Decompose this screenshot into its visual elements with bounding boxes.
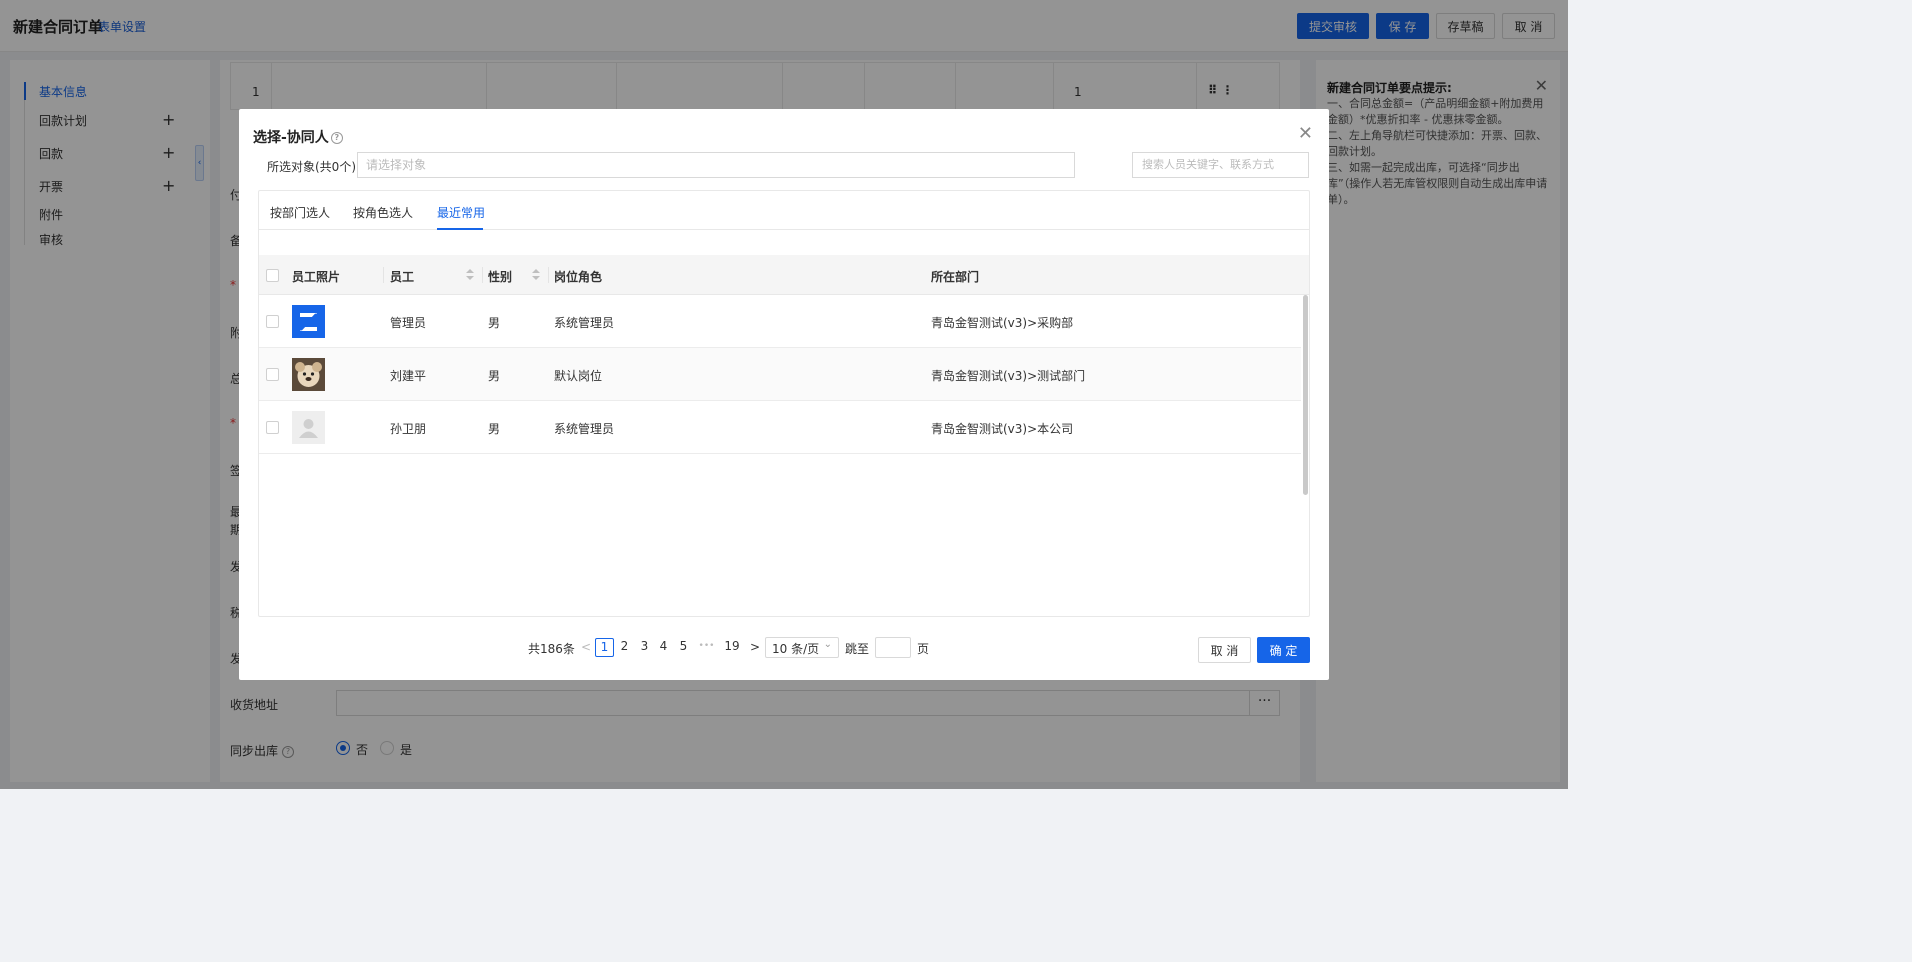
sort-icon[interactable]	[532, 268, 540, 282]
default-avatar-icon	[292, 411, 325, 444]
select-all-checkbox[interactable]	[266, 269, 279, 282]
help-icon[interactable]: ?	[330, 132, 343, 144]
column-divider	[548, 267, 549, 283]
total-count: 共186条	[528, 642, 575, 656]
column-divider	[383, 267, 384, 283]
page-5[interactable]: 5	[674, 638, 693, 657]
table-header: 员工照片 员工 性别 岗位角色 所在部门	[259, 255, 1309, 295]
row-checkbox[interactable]	[266, 368, 279, 381]
row-checkbox[interactable]	[266, 421, 279, 434]
page-size-select[interactable]: 10 条/页 ⌄	[765, 637, 839, 658]
tab-recent[interactable]: 最近常用	[437, 204, 485, 221]
employee-role: 默认岗位	[554, 369, 603, 383]
next-page-icon[interactable]: >	[750, 640, 760, 654]
employee-photo-dog	[292, 358, 325, 391]
jump-suffix: 页	[917, 642, 930, 656]
page-1[interactable]: 1	[595, 638, 614, 657]
employee-gender: 男	[488, 316, 501, 330]
tab-divider	[259, 229, 1309, 230]
close-icon[interactable]: ✕	[1298, 123, 1313, 144]
column-divider	[482, 267, 483, 283]
column-employee[interactable]: 员工	[390, 268, 414, 285]
page-4[interactable]: 4	[654, 638, 673, 657]
row-checkbox[interactable]	[266, 315, 279, 328]
column-role: 岗位角色	[554, 270, 603, 284]
employee-photo-logo	[292, 305, 325, 338]
column-photo: 员工照片	[292, 270, 341, 284]
dialog-title: 选择-协同人?	[253, 127, 343, 147]
column-gender[interactable]: 性别	[488, 268, 512, 285]
selected-objects-input[interactable]	[357, 152, 1075, 178]
prev-page-icon[interactable]: <	[581, 640, 591, 654]
employee-role: 系统管理员	[554, 316, 615, 330]
jump-page-input[interactable]	[875, 637, 911, 658]
employee-name: 刘建平	[390, 369, 427, 383]
page-last[interactable]: 19	[721, 638, 743, 657]
dialog-title-text: 选择-协同人	[253, 130, 329, 146]
employee-department: 青岛金智测试(v3)>本公司	[931, 422, 1074, 436]
employee-gender: 男	[488, 422, 501, 436]
employee-department: 青岛金智测试(v3)>测试部门	[931, 369, 1086, 383]
tab-by-department[interactable]: 按部门选人	[270, 204, 330, 221]
table-row[interactable]: 管理员 男 系统管理员 青岛金智测试(v3)>采购部	[259, 295, 1301, 348]
dialog-confirm-button[interactable]: 确 定	[1257, 637, 1310, 663]
employee-department: 青岛金智测试(v3)>采购部	[931, 316, 1074, 330]
active-tab-indicator	[437, 228, 483, 230]
table-scrollbar[interactable]	[1303, 295, 1308, 495]
page-2[interactable]: 2	[615, 638, 634, 657]
page-size-value: 10 条/页	[772, 642, 820, 656]
page-3[interactable]: 3	[635, 638, 654, 657]
table-row[interactable]: 孙卫朋 男 系统管理员 青岛金智测试(v3)>本公司	[259, 401, 1301, 454]
jump-prefix: 跳至	[845, 642, 870, 656]
selected-objects-label: 所选对象(共0个)	[267, 160, 356, 174]
column-department: 所在部门	[931, 270, 980, 284]
table-row[interactable]: 刘建平 男 默认岗位 青岛金智测试(v3)>测试部门	[259, 348, 1301, 401]
page-ellipsis[interactable]: •••	[697, 638, 716, 657]
chevron-down-icon: ⌄	[823, 639, 832, 650]
tab-by-role[interactable]: 按角色选人	[353, 204, 413, 221]
sort-icon[interactable]	[466, 268, 474, 282]
selection-panel: 按部门选人 按角色选人 最近常用 员工照片 员工 性别 岗位角色 所在部门 管理…	[258, 190, 1310, 617]
employee-name: 管理员	[390, 316, 427, 330]
select-collaborator-dialog: 选择-协同人? ✕ 所选对象(共0个) 按部门选人 按角色选人 最近常用 员工照…	[239, 109, 1329, 680]
employee-gender: 男	[488, 369, 501, 383]
search-input[interactable]	[1132, 152, 1309, 178]
employee-role: 系统管理员	[554, 422, 615, 436]
employee-name: 孙卫朋	[390, 422, 427, 436]
dialog-cancel-button[interactable]: 取 消	[1198, 637, 1251, 663]
